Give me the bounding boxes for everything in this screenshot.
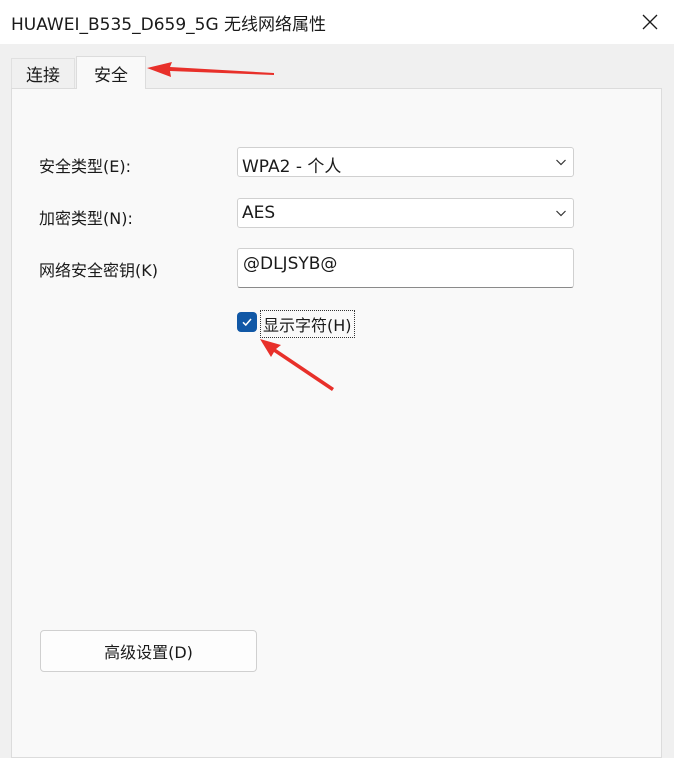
advanced-settings-label: 高级设置(D) bbox=[104, 643, 193, 662]
network-key-label: 网络安全密钥(K) bbox=[39, 261, 158, 280]
advanced-settings-button[interactable]: 高级设置(D) bbox=[40, 630, 257, 672]
security-type-select[interactable]: WPA2 - 个人 bbox=[237, 147, 574, 177]
network-key-value: @DLJSYB@ bbox=[243, 254, 338, 274]
tab-security-label: 安全 bbox=[94, 65, 128, 86]
encryption-type-select[interactable]: AES bbox=[237, 198, 574, 228]
security-type-label: 安全类型(E): bbox=[39, 157, 131, 176]
network-key-input[interactable]: @DLJSYB@ bbox=[237, 248, 574, 288]
security-type-value: WPA2 - 个人 bbox=[242, 157, 342, 177]
chevron-down-icon bbox=[556, 159, 566, 166]
checkmark-icon bbox=[242, 318, 252, 327]
tab-security[interactable]: 安全 bbox=[76, 56, 146, 89]
window-title: HUAWEI_B535_D659_5G 无线网络属性 bbox=[11, 15, 327, 35]
show-characters-label[interactable]: 显示字符(H) bbox=[260, 310, 355, 338]
encryption-type-label: 加密类型(N): bbox=[39, 209, 133, 228]
show-characters-checkbox[interactable] bbox=[237, 312, 257, 332]
close-button[interactable] bbox=[626, 0, 674, 44]
chevron-down-icon bbox=[556, 210, 566, 217]
close-icon bbox=[642, 14, 658, 30]
title-bar: HUAWEI_B535_D659_5G 无线网络属性 bbox=[0, 0, 674, 44]
tab-connection[interactable]: 连接 bbox=[11, 58, 75, 88]
tab-connection-label: 连接 bbox=[26, 66, 60, 86]
encryption-type-value: AES bbox=[242, 203, 276, 223]
